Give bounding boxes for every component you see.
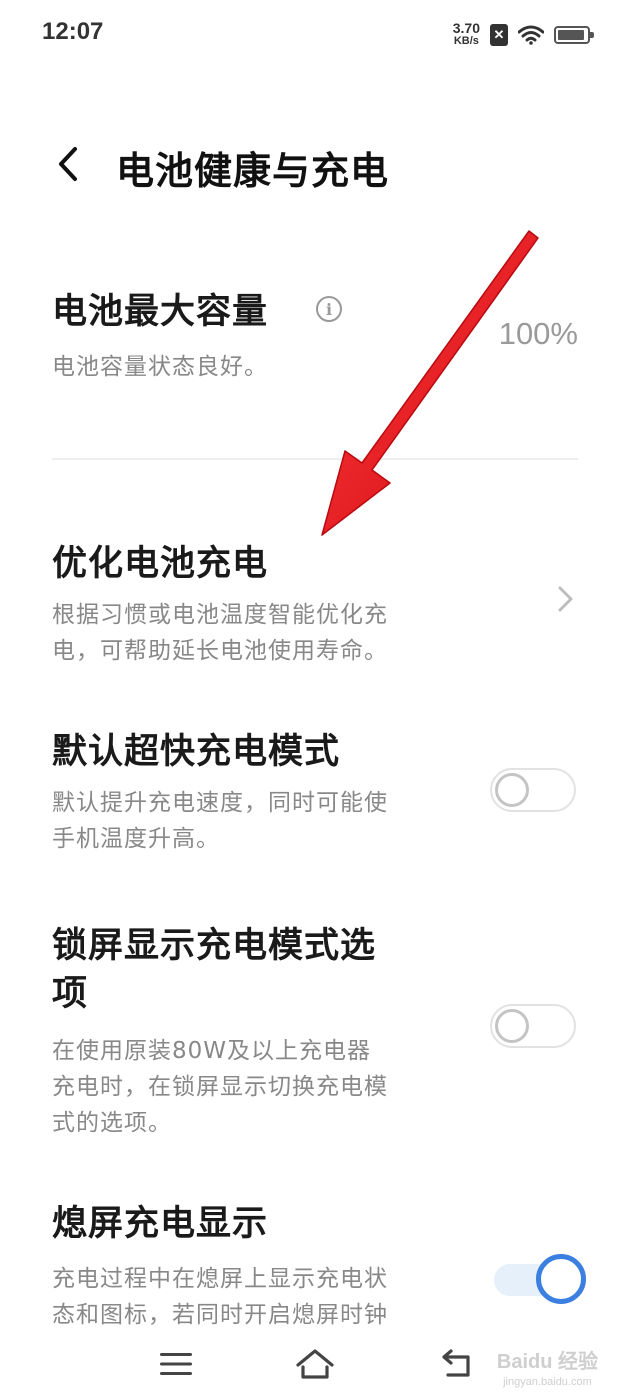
optimize-charging-title: 优化电池充电 [52,544,269,584]
back-button[interactable] [46,142,90,186]
battery-icon [554,26,594,44]
lockscreen-charge-mode-title-line1: 锁屏显示充电模式选 [52,926,377,966]
back-icon [442,1349,470,1377]
super-fast-charging-subtitle-line1: 默认提升充电速度，同时可能使 [52,790,388,816]
network-speed-value: 3.70 [452,20,480,36]
super-fast-charging-title: 默认超快充电模式 [52,732,341,772]
super-fast-charging-subtitle-line2: 手机温度升高。 [52,826,220,852]
lockscreen-charge-mode-subtitle-line3: 式的选项。 [52,1110,172,1136]
back-arrow-icon [59,147,77,181]
super-fast-charging-toggle[interactable] [490,768,576,812]
nav-back-button[interactable] [434,1344,478,1384]
network-speed: 3.70 KB/s [452,20,480,48]
watermark-text: Baidu 经验 [496,1351,598,1373]
lockscreen-charge-mode-subtitle-line2: 充电时，在锁屏显示切换充电模 [52,1074,388,1100]
aod-charging-subtitle-line2: 态和图标，若同时开启熄屏时钟 [52,1302,388,1328]
status-time: 12:07 [42,18,104,45]
watermark: Baidu 经验 jingyan.baidu.com [497,1352,598,1392]
watermark-subtext: jingyan.baidu.com [503,1376,592,1388]
lockscreen-charge-mode-subtitle-line1: 在使用原装80W及以上充电器 [52,1038,372,1064]
network-speed-unit: KB/s [453,35,479,47]
battery-capacity-title: 电池最大容量 [52,292,269,332]
lockscreen-charge-mode-title-line2: 项 [52,974,89,1014]
info-icon[interactable]: i [316,296,342,322]
status-icons: 3.70 KB/s ✕ [452,18,594,52]
aod-charging-title: 熄屏充电显示 [52,1204,269,1244]
lockscreen-charge-mode-toggle[interactable] [490,1004,576,1048]
wifi-icon [518,25,544,45]
no-sim-icon: ✕ [490,24,508,46]
optimize-charging-subtitle-line2: 电，可帮助延长电池使用寿命。 [52,638,388,664]
battery-capacity-value: 100% [498,316,578,351]
chevron-right-icon [558,586,573,612]
optimize-charging-subtitle-line1: 根据习惯或电池温度智能优化充 [52,602,388,628]
menu-icon [160,1353,192,1375]
annotation-arrow [321,230,539,536]
home-button[interactable] [293,1344,337,1384]
home-icon [296,1349,334,1379]
menu-button[interactable] [154,1344,198,1384]
battery-capacity-subtitle: 电池容量状态良好。 [52,354,268,380]
page-title: 电池健康与充电 [116,149,390,193]
aod-charging-subtitle-line1: 充电过程中在熄屏上显示充电状 [52,1266,388,1292]
aod-charging-toggle[interactable] [494,1254,586,1304]
divider [52,458,578,460]
